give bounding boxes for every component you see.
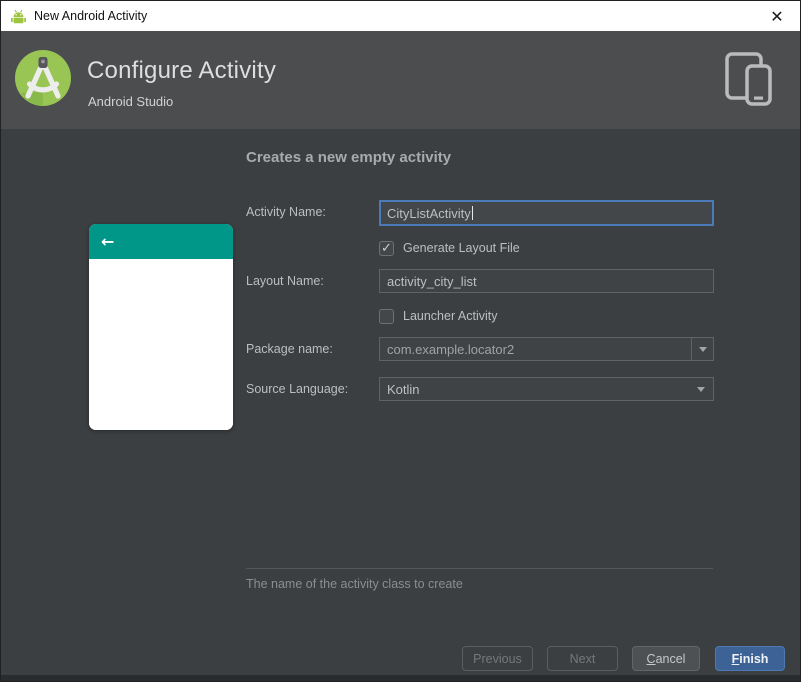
phone-tablet-icon [720,47,778,114]
finish-button-label: Finish [731,651,769,666]
next-button-label: Next [569,651,596,666]
previous-button-label: Previous [473,651,522,666]
wizard-subtitle: Android Studio [88,94,174,109]
new-android-activity-dialog: New Android Activity ✕ Configure Activit… [0,0,801,682]
launcher-activity-row: Launcher Activity [379,308,498,324]
window-title: New Android Activity [34,9,148,23]
window-bottom-strip [1,675,800,681]
chevron-down-icon [698,346,707,352]
preview-appbar: ← [89,224,233,259]
cancel-button-label: Cancel [646,651,686,666]
source-language-label: Source Language: [246,382,349,396]
layout-name-label: Layout Name: [246,274,324,288]
wizard-header: Configure Activity Android Studio [1,31,800,129]
cancel-button[interactable]: Cancel [632,646,700,671]
launcher-activity-label: Launcher Activity [403,309,498,323]
package-name-dropdown-button[interactable] [691,338,713,360]
generate-layout-checkbox[interactable] [379,240,394,256]
generate-layout-row: Generate Layout File [379,240,520,256]
activity-name-input[interactable]: CityListActivity [379,200,714,226]
package-name-value: com.example.locator2 [387,341,515,357]
close-icon[interactable]: ✕ [760,1,794,31]
next-button[interactable]: Next [547,646,618,671]
generate-layout-label: Generate Layout File [403,241,520,255]
activity-name-label: Activity Name: [246,205,326,219]
layout-name-value: activity_city_list [387,273,477,289]
android-studio-logo-icon [13,48,73,108]
android-robot-icon [9,8,28,25]
source-language-value: Kotlin [387,381,420,397]
page-title: Creates a new empty activity [246,149,452,166]
layout-name-input[interactable]: activity_city_list [379,269,714,293]
source-language-arrow [689,386,713,392]
activity-name-value: CityListActivity [387,205,471,221]
preview-body [89,259,233,430]
source-language-dropdown[interactable]: Kotlin [379,377,714,401]
text-caret [471,206,473,220]
hint-separator [246,568,713,569]
field-hint-text: The name of the activity class to create [246,577,463,591]
activity-preview-thumbnail: ← [89,224,233,430]
finish-button[interactable]: Finish [715,646,785,671]
wizard-title: Configure Activity [87,57,277,84]
titlebar: New Android Activity ✕ [1,1,800,31]
chevron-down-icon [697,386,705,392]
package-name-label: Package name: [246,342,333,356]
back-arrow-icon: ← [101,231,115,251]
previous-button[interactable]: Previous [462,646,533,671]
launcher-activity-checkbox[interactable] [379,308,394,324]
package-name-combobox[interactable]: com.example.locator2 [379,337,714,361]
